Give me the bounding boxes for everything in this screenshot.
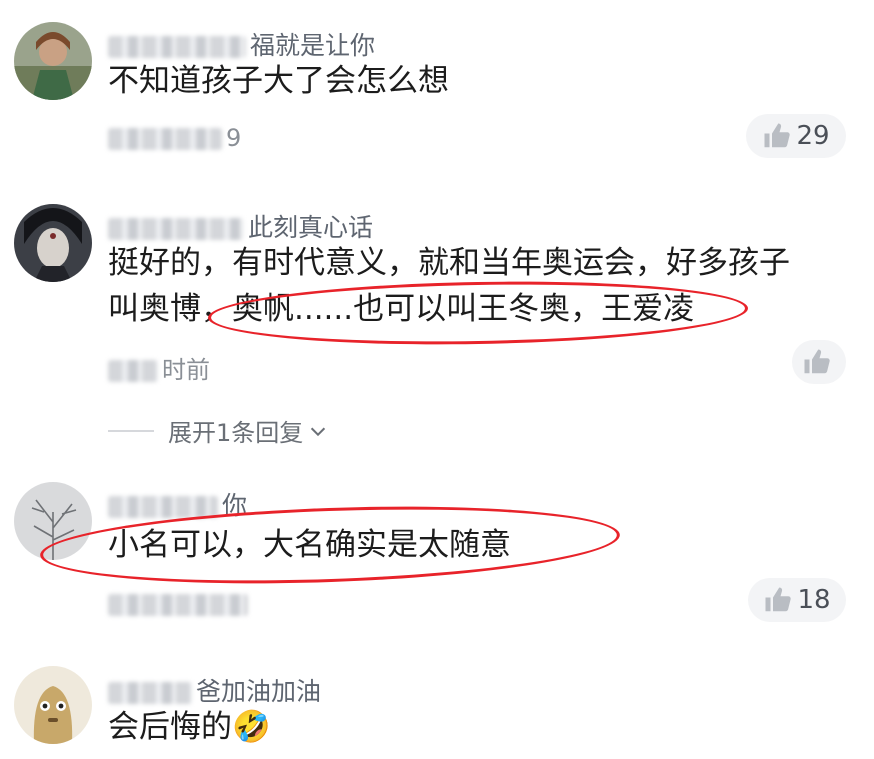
chevron-down-icon bbox=[311, 427, 326, 436]
laughing-tears-emoji-icon: 🤣 bbox=[232, 709, 271, 745]
comment-text-line-2: 叫奥博，奥帆......也可以叫王冬奥，王爱凌 bbox=[108, 291, 695, 327]
comment-3: 你 小名可以，大名确实是太随意 18 bbox=[0, 470, 874, 650]
avatar[interactable] bbox=[14, 482, 92, 560]
comment-meta: 9 bbox=[108, 124, 241, 152]
avatar[interactable] bbox=[14, 204, 92, 282]
expand-replies-button[interactable]: 展开1条回复 bbox=[108, 413, 329, 448]
like-button[interactable]: 29 bbox=[746, 114, 846, 158]
divider-line bbox=[108, 429, 154, 432]
avatar[interactable] bbox=[14, 666, 92, 744]
username[interactable]: 你 bbox=[108, 486, 247, 522]
thumbs-up-icon bbox=[764, 123, 791, 148]
comment-text: 会后悔的🤣 bbox=[108, 709, 271, 745]
comment-text: 小名可以，大名确实是太随意 bbox=[108, 527, 511, 563]
like-button[interactable]: 18 bbox=[748, 578, 846, 622]
blurred-timestamp bbox=[108, 594, 248, 616]
blurred-username bbox=[108, 682, 192, 704]
comment-1: 福就是让你 不知道孩子大了会怎么想 9 29 bbox=[0, 0, 874, 190]
avatar[interactable] bbox=[14, 22, 92, 100]
blurred-username bbox=[108, 218, 244, 240]
comment-text-line-1: 挺好的，有时代意义，就和当年奥运会，好多孩子 bbox=[108, 245, 790, 281]
username[interactable]: 爸加油加油 bbox=[108, 672, 321, 708]
comment-4: 爸加油加油 会后悔的🤣 bbox=[0, 650, 874, 759]
username[interactable]: 福就是让你 bbox=[108, 26, 375, 62]
thumbs-up-icon bbox=[765, 587, 792, 612]
blurred-username bbox=[108, 496, 218, 518]
comment-text: 不知道孩子大了会怎么想 bbox=[108, 63, 449, 99]
username[interactable]: 此刻真心话 bbox=[108, 208, 373, 244]
like-button[interactable] bbox=[792, 340, 846, 384]
blurred-timestamp bbox=[108, 360, 158, 382]
like-count: 29 bbox=[796, 121, 830, 151]
comment-meta bbox=[108, 590, 252, 618]
blurred-timestamp bbox=[108, 128, 222, 150]
like-count: 18 bbox=[797, 585, 831, 615]
expand-replies-label: 展开1条回复 bbox=[168, 419, 304, 447]
thumbs-up-icon bbox=[804, 349, 830, 374]
blurred-username bbox=[108, 36, 246, 58]
comment-meta: 时前 bbox=[108, 350, 210, 385]
